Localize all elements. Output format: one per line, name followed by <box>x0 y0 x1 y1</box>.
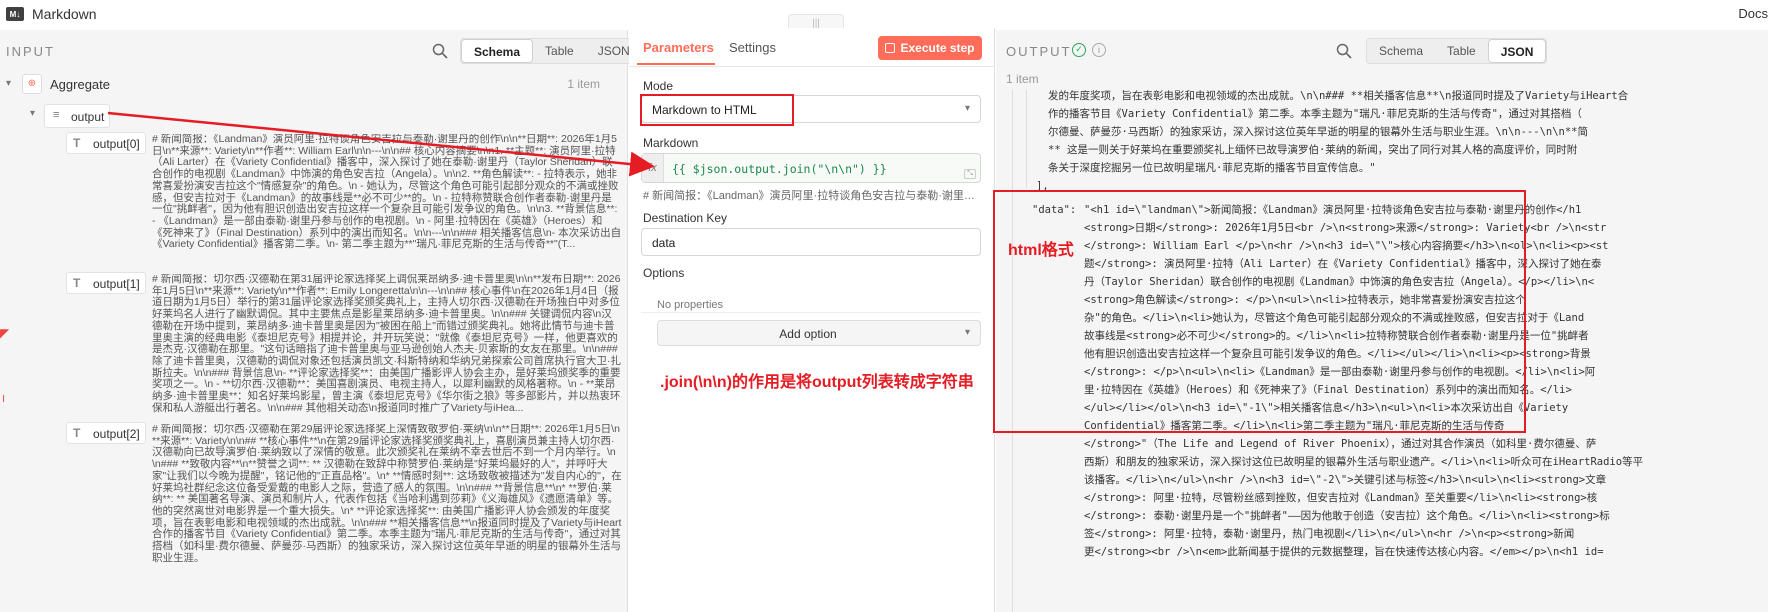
output-view-toggle: Schema Table JSON <box>1366 38 1548 64</box>
info-icon[interactable]: i <box>1092 43 1106 57</box>
docs-link[interactable]: Docs <box>1738 6 1768 21</box>
json-line: </strong>: 泰勒·谢里丹是一个"挑衅者"——因为他敢于创造（安吉拉）这… <box>1084 510 1610 522</box>
markdown-expression-input[interactable]: fx {{ $json.output.join("\n\n") }} ⤡ <box>641 153 981 183</box>
add-option-label: Add option <box>779 327 837 341</box>
output-item-label: output[0] <box>93 137 140 151</box>
chevron-down-icon: ▾ <box>964 327 970 338</box>
markdown-node-icon: M↓ <box>6 7 24 21</box>
options-label: Options <box>643 266 685 280</box>
options-divider <box>641 312 981 313</box>
expression-fx-icon: fx <box>642 154 664 182</box>
tab-settings[interactable]: Settings <box>729 40 776 55</box>
output-item-value: # 新闻简报：切尔西·汉德勒在第31届评论家选择奖上调侃莱昂纳多·迪卡普里奥\n… <box>152 274 621 414</box>
aggregate-row[interactable]: ▾ ⊕ Aggregate 1 item <box>0 74 620 96</box>
search-icon[interactable] <box>1336 43 1352 59</box>
json-line: 该播客。</li>\n</ul>\n<hr />\n<h3 id=\"-2\">… <box>1084 474 1607 486</box>
active-tab-indicator <box>637 63 715 65</box>
aggregate-item-count: 1 item <box>567 77 600 91</box>
mode-highlight-box <box>640 94 794 126</box>
output-panel-title: OUTPUT <box>1006 44 1072 59</box>
destination-key-input[interactable]: data <box>641 228 981 256</box>
success-check-icon: ✓ <box>1072 43 1086 57</box>
text-type-icon: T <box>73 276 81 290</box>
expression-result-preview: # 新闻简报：《Landman》演员阿里·拉特谈角色安吉拉与泰勒·谢里丹... <box>643 190 983 202</box>
expand-editor-icon[interactable]: ⤡ <box>964 169 976 179</box>
text-type-icon: T <box>73 136 81 150</box>
json-line: 条关于深度挖掘另一位已故明星瑞凡·菲尼克斯的播客节目宣传信息。" <box>1048 162 1376 174</box>
input-view-schema[interactable]: Schema <box>461 39 534 63</box>
markdown-expression-code[interactable]: {{ $json.output.join("\n\n") }} <box>672 162 887 176</box>
mode-label: Mode <box>643 79 674 93</box>
aggregate-node-icon: ⊕ <box>22 74 42 94</box>
html-format-annotation: html格式 <box>1008 242 1074 259</box>
connection-marker-icon: ╷ <box>0 388 8 402</box>
chevron-down-icon[interactable]: ▾ <box>6 78 11 89</box>
json-line: ** 这是一则关于好莱坞在重要颁奖礼上缅怀已故导演罗伯·莱纳的新闻，突出了同行对… <box>1048 144 1578 156</box>
output-item-2[interactable]: T output[2] <box>66 422 146 444</box>
json-line: 尔德曼、萨曼莎·马西斯）的独家采访，深入探讨这位英年早逝的明星的银幕外生活与职业… <box>1048 126 1588 138</box>
output-field[interactable]: ≡ output <box>44 104 110 128</box>
input-view-toggle: Schema Table JSON <box>460 38 643 64</box>
output-field-label: output <box>71 110 105 124</box>
json-line: 作的播客节目《Variety Confidential》第二季。本季主题为"瑞凡… <box>1048 108 1582 120</box>
input-view-table[interactable]: Table <box>533 39 586 63</box>
flask-icon <box>885 43 896 53</box>
output-item-value: # 新闻简报：《Landman》演员阿里·拉特谈角色安吉拉与泰勒·谢里丹的创作\… <box>152 134 622 251</box>
destination-key-value: data <box>652 236 676 250</box>
destination-key-label: Destination Key <box>643 211 728 225</box>
parameter-tabs: Parameters Settings Execute step <box>629 28 995 68</box>
json-line: 更</strong><br />\n<em>此新闻基于提供的元数据整理，旨在快速… <box>1084 546 1604 558</box>
json-line: 西斯）和朋友的独家采访，深入探讨这位已故明星的银幕外生活与职业遗产。</li>\… <box>1084 456 1644 468</box>
input-panel: INPUT Schema Table JSON ▾ ⊕ Aggregate 1 … <box>0 30 643 612</box>
join-explanation-annotation: .join(\n\n)的作用是将output列表转成字符串 <box>660 374 974 391</box>
text-type-icon: T <box>73 426 81 440</box>
output-item-count: 1 item <box>1006 72 1039 86</box>
output-view-schema[interactable]: Schema <box>1367 39 1435 63</box>
connection-marker-icon: ◤ <box>0 326 10 340</box>
output-view-table[interactable]: Table <box>1435 39 1488 63</box>
html-output-highlight-box <box>993 190 1526 433</box>
tabs-divider <box>629 66 995 67</box>
chevron-down-icon[interactable]: ▾ <box>30 108 35 119</box>
output-item-label: output[1] <box>93 277 140 291</box>
output-view-json[interactable]: JSON <box>1487 39 1547 63</box>
add-option-button[interactable]: Add option ▾ <box>657 320 981 346</box>
top-bar: M↓ Markdown Docs <box>0 0 1768 28</box>
markdown-label: Markdown <box>643 136 699 150</box>
tab-parameters[interactable]: Parameters <box>643 40 714 55</box>
execute-step-label: Execute step <box>900 41 975 55</box>
chevron-down-icon: ▾ <box>964 103 970 114</box>
indent-guide <box>1026 90 1027 188</box>
node-title[interactable]: Markdown <box>32 6 97 22</box>
output-item-0[interactable]: T output[0] <box>66 132 146 154</box>
no-properties-text: No properties <box>657 299 724 311</box>
execute-step-button[interactable]: Execute step <box>878 36 982 60</box>
json-line: </strong>: 阿里·拉特，尽管粉丝感到挫败，但安吉拉对《Landman》… <box>1084 492 1598 504</box>
output-item-1[interactable]: T output[1] <box>66 272 146 294</box>
output-item-value: # 新闻简报：切尔西·汉德勒在第29届评论家选择奖上深情致敬罗伯·莱纳\n\n*… <box>152 424 622 564</box>
output-item-label: output[2] <box>93 427 140 441</box>
json-line: </strong>"（The Life and Legend of River … <box>1084 438 1597 450</box>
aggregate-label: Aggregate <box>50 77 110 92</box>
list-icon: ≡ <box>53 109 60 121</box>
input-panel-title: INPUT <box>6 44 55 59</box>
search-icon[interactable] <box>432 43 448 59</box>
json-line: 签</strong>: 阿里·拉特，泰勒·谢里丹，热门电视剧</li>\n</u… <box>1084 528 1575 540</box>
json-line: 发的年度奖项，旨在表彰电影和电视领域的杰出成就。\n\n### **相关播客信息… <box>1048 90 1629 102</box>
